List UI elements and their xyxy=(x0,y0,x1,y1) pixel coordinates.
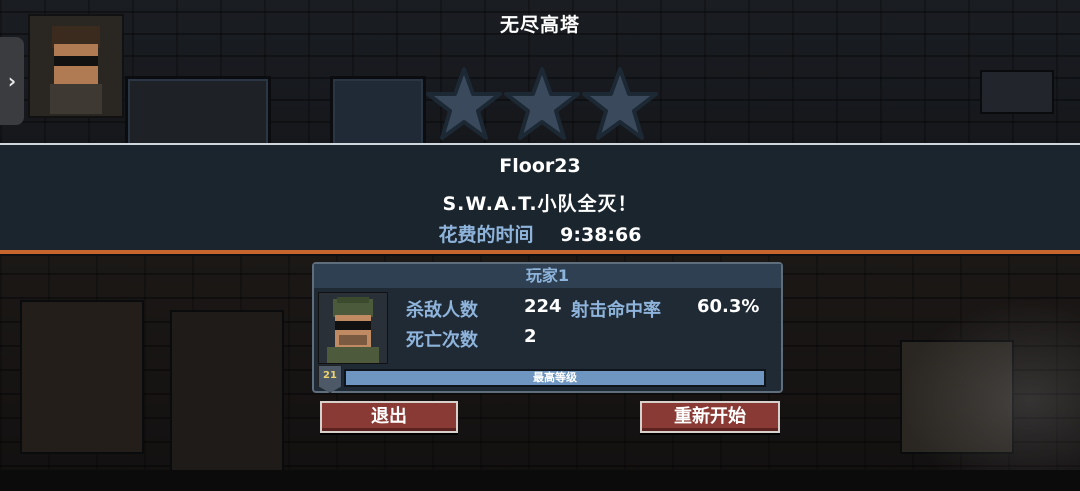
floor-label: Floor23 xyxy=(499,155,581,177)
star-empty-icon xyxy=(582,67,658,140)
chevron-right-icon: › xyxy=(7,69,17,93)
deaths-value: 2 xyxy=(524,326,537,347)
player-name: 玩家1 xyxy=(314,264,781,288)
background-window xyxy=(330,76,426,148)
player-stats-panel: 玩家1 杀敌人数 224 射击命中率 60.3% 死亡次数 2 21 最高等级 xyxy=(312,262,783,393)
accuracy-value: 60.3% xyxy=(697,296,760,317)
result-message: S.W.A.T.小队全灭！ xyxy=(442,193,638,215)
star-rating xyxy=(426,66,658,142)
side-menu-toggle-button[interactable]: › xyxy=(0,37,24,125)
xp-progress-bar: 最高等级 xyxy=(344,369,766,387)
accuracy-label: 射击命中率 xyxy=(571,300,661,321)
star-empty-icon xyxy=(426,67,502,140)
restart-button[interactable]: 重新开始 xyxy=(640,401,780,433)
background-shelf xyxy=(980,70,1054,114)
result-banner: Floor23 S.W.A.T.小队全灭！ 花费的时间 9:38:66 xyxy=(0,143,1080,254)
background-door xyxy=(170,310,284,474)
background-lamp-glow xyxy=(900,300,1080,491)
background-window xyxy=(125,76,271,148)
background-floor xyxy=(0,470,1080,491)
exit-button[interactable]: 退出 xyxy=(320,401,458,433)
kills-value: 224 xyxy=(524,296,562,317)
deaths-label: 死亡次数 xyxy=(406,330,478,351)
level-badge: 21 xyxy=(318,365,342,393)
player-avatar xyxy=(318,292,388,364)
kills-label: 杀敌人数 xyxy=(406,300,478,321)
star-empty-icon xyxy=(504,67,580,140)
background-door xyxy=(20,300,144,454)
mode-title: 无尽高塔 xyxy=(499,14,580,36)
time-value: 9:38:66 xyxy=(560,224,642,246)
xp-label: 最高等级 xyxy=(533,371,577,384)
time-row: 花费的时间 9:38:66 xyxy=(0,220,1080,247)
time-label: 花费的时间 xyxy=(438,224,534,246)
